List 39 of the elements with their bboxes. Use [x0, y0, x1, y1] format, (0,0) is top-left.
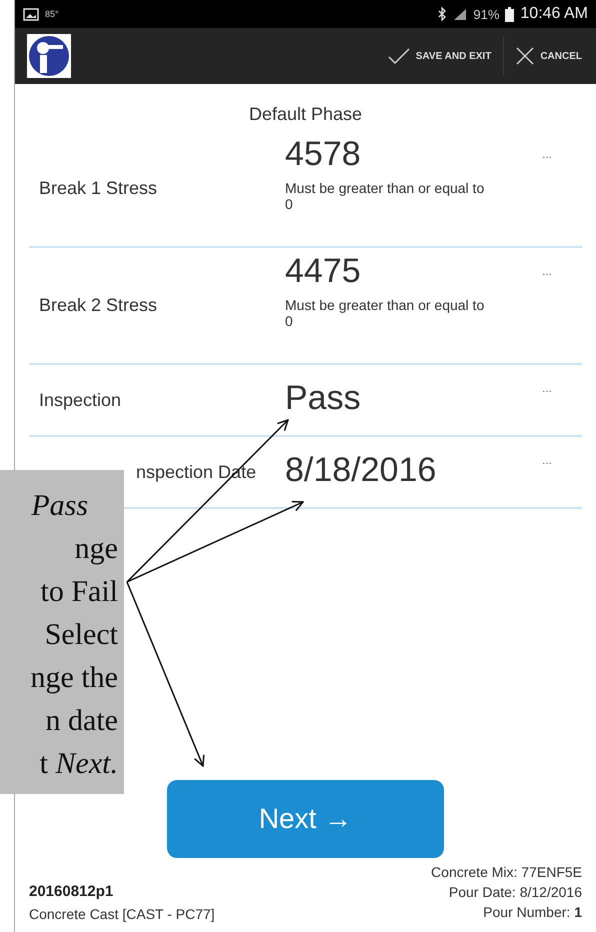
callout-text: t Next. — [38, 746, 119, 782]
bluetooth-icon — [438, 7, 448, 21]
next-button[interactable]: Next → — [167, 780, 444, 858]
callout-text: nge — [74, 531, 119, 567]
field-value[interactable]: 4578 — [285, 135, 542, 174]
image-icon — [23, 8, 39, 20]
temperature-text: 85° — [45, 9, 59, 19]
cast-name: Concrete Cast [CAST - PC77] — [29, 906, 215, 922]
pour-detail: Concrete Mix: 77ENF5E — [431, 863, 582, 882]
validation-hint: Must be greater than or equal to 0 — [285, 297, 485, 329]
callout-text: n date — [44, 703, 119, 739]
battery-icon — [505, 6, 514, 22]
field-label: Break 1 Stress — [38, 178, 158, 199]
person-with-telescope-icon — [27, 34, 71, 78]
more-options-button[interactable]: ... — [542, 248, 582, 278]
callout-text: to Fail — [39, 574, 119, 610]
more-options-button[interactable]: ... — [542, 365, 582, 395]
phase-title: Default Phase — [248, 103, 364, 126]
cancel-button[interactable]: CANCEL — [512, 43, 586, 69]
battery-percent: 91% — [473, 6, 500, 22]
pour-detail: Pour Number: 1 — [482, 903, 582, 922]
more-options-button[interactable]: ... — [542, 437, 582, 467]
cast-id: 20160812p1 — [29, 883, 114, 900]
field-value[interactable]: 4475 — [285, 252, 542, 291]
callout-text: Select — [44, 617, 119, 653]
field-label: Break 2 Stress — [38, 295, 158, 316]
save-and-exit-button[interactable]: SAVE AND EXIT — [384, 44, 496, 68]
field-value[interactable]: 8/18/2016 — [285, 451, 542, 490]
more-options-button[interactable]: ... — [542, 131, 582, 161]
close-icon — [516, 47, 534, 65]
clock-time: 10:46 AM — [520, 5, 588, 23]
pour-detail: Pour Date: 8/12/2016 — [448, 883, 582, 902]
callout-text: Pass — [30, 488, 89, 524]
field-value[interactable]: Pass — [285, 379, 542, 418]
callout-text: nge the — [30, 660, 119, 696]
validation-hint: Must be greater than or equal to 0 — [285, 180, 485, 212]
signal-icon — [453, 8, 468, 20]
field-label: Inspection — [38, 390, 122, 410]
checkmark-icon — [388, 48, 410, 64]
